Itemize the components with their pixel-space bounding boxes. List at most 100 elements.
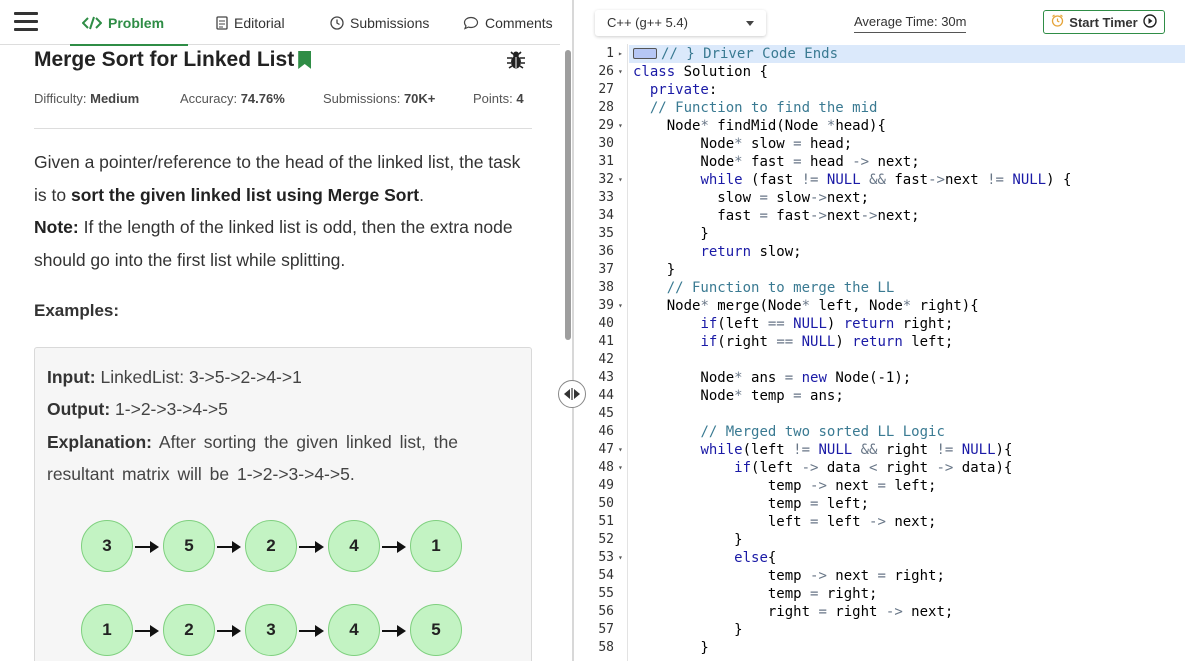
arrow-icon [299, 541, 324, 553]
fold-collapse-icon[interactable]: ▾ [618, 459, 623, 477]
line-number: 50 [598, 496, 614, 511]
line-number: 30 [598, 136, 614, 151]
examples-heading: Examples: [34, 301, 120, 320]
report-bug-icon[interactable] [505, 49, 527, 71]
example-box: Input: LinkedList: 3->5->2->4->1 Output:… [34, 347, 532, 661]
code-line[interactable]: Node* merge(Node* left, Node* right){ [633, 297, 979, 315]
code-line[interactable]: temp = right; [633, 585, 878, 603]
linked-list-before: 35241 [35, 520, 533, 576]
code-line[interactable]: temp -> next = right; [633, 567, 945, 585]
start-timer-label: Start Timer [1069, 14, 1138, 30]
code-line[interactable]: // Merged two sorted LL Logic [633, 423, 944, 441]
tab-problem[interactable]: Problem [69, 0, 189, 46]
submissions-stat: Submissions: 70K+ [323, 91, 436, 106]
problem-scrollbar[interactable] [565, 50, 571, 340]
code-line[interactable]: return slow; [633, 243, 801, 261]
problem-panel: Problem Editorial Submissions Comments M… [0, 0, 572, 661]
language-select[interactable]: C++ (g++ 5.4) [595, 10, 766, 36]
line-number-gutter: 1 ▸ 26 ▾ 27 28 29 ▾ 30 31 32 ▾ 33 34 35 36 37 38 39 ▾ 40 41 42… [574, 44, 628, 661]
code-line[interactable]: Node* ans = new Node(-1); [633, 369, 911, 387]
list-node: 5 [410, 604, 462, 656]
code-line[interactable]: left = left -> next; [633, 513, 937, 531]
problem-note: Note: If the length of the linked list i… [34, 217, 513, 270]
line-number: 44 [598, 388, 614, 403]
arrow-icon [135, 625, 159, 637]
code-line[interactable]: } [633, 225, 708, 243]
code-line[interactable]: if(right == NULL) return left; [633, 333, 953, 351]
play-icon [1143, 13, 1157, 31]
code-line[interactable]: } [633, 531, 742, 549]
list-node: 5 [163, 520, 215, 572]
points-stat: Points: 4 [473, 91, 524, 106]
problem-title-text: Merge Sort for Linked List [34, 48, 295, 71]
code-line[interactable]: private: [633, 81, 717, 99]
linked-list-after: 12345 [35, 604, 533, 660]
code-line[interactable]: Node* fast = head -> next; [633, 153, 919, 171]
code-editor[interactable]: 1 ▸ 26 ▾ 27 28 29 ▾ 30 31 32 ▾ 33 34 35 36 37 38 39 ▾ 40 41 42… [574, 44, 1185, 661]
code-line[interactable]: Node* temp = ans; [633, 387, 843, 405]
fold-collapse-icon[interactable]: ▾ [618, 171, 623, 189]
fold-collapse-icon[interactable]: ▾ [618, 117, 623, 135]
chevron-down-icon [746, 21, 754, 26]
problem-meta: Difficulty: Medium Accuracy: 74.76% Subm… [34, 91, 534, 109]
code-line[interactable]: fast = fast->next->next; [633, 207, 919, 225]
example-output: Output: 1->2->3->4->5 [47, 399, 228, 419]
tab-submissions-label: Submissions [350, 14, 430, 31]
line-number: 51 [598, 514, 614, 529]
code-line[interactable]: // Function to find the mid [633, 99, 878, 117]
line-number: 46 [598, 424, 614, 439]
line-number: 37 [598, 262, 614, 277]
fold-collapse-icon[interactable]: ▾ [618, 297, 623, 315]
line-number: 57 [598, 622, 614, 637]
list-node: 1 [410, 520, 462, 572]
code-line[interactable]: while(left != NULL && right != NULL){ [633, 441, 1012, 459]
hamburger-menu-icon[interactable] [14, 10, 38, 34]
tab-comments[interactable]: Comments [463, 0, 553, 45]
code-line[interactable]: class Solution { [633, 63, 768, 81]
line-number: 45 [598, 406, 614, 421]
code-line[interactable]: // } Driver Code Ends [633, 45, 838, 63]
code-line[interactable]: else{ [633, 549, 776, 567]
code-line[interactable]: } [633, 639, 708, 657]
line-number: 42 [598, 352, 614, 367]
list-node: 1 [81, 604, 133, 656]
arrow-icon [217, 625, 241, 637]
line-number: 48 [598, 460, 614, 475]
fold-collapse-icon[interactable]: ▾ [618, 63, 623, 81]
code-line[interactable]: while (fast != NULL && fast->next != NUL… [633, 171, 1071, 189]
code-line[interactable]: } [633, 261, 675, 279]
code-line[interactable]: if(left == NULL) return right; [633, 315, 953, 333]
line-number: 32 [598, 172, 614, 187]
tab-comments-label: Comments [485, 14, 553, 31]
average-time: Average Time: 30m [854, 14, 967, 33]
tab-problem-label: Problem [108, 14, 165, 31]
line-number: 39 [598, 298, 614, 313]
code-line[interactable]: Node* slow = head; [633, 135, 852, 153]
line-number: 1 [606, 46, 614, 61]
line-number: 47 [598, 442, 614, 457]
tab-submissions[interactable]: Submissions [330, 0, 429, 45]
line-number: 31 [598, 154, 614, 169]
code-line[interactable]: } [633, 621, 742, 639]
line-number: 26 [598, 64, 614, 79]
line-number: 38 [598, 280, 614, 295]
code-line[interactable]: temp -> next = left; [633, 477, 937, 495]
code-line[interactable]: slow = slow->next; [633, 189, 869, 207]
code-line[interactable]: if(left -> data < right -> data){ [633, 459, 1012, 477]
start-timer-button[interactable]: Start Timer [1043, 10, 1165, 34]
document-icon [216, 15, 228, 30]
code-line[interactable]: temp = left; [633, 495, 869, 513]
fold-collapse-icon[interactable]: ▾ [618, 549, 623, 567]
folded-code-icon[interactable] [633, 48, 657, 59]
code-line[interactable]: // Function to merge the LL [633, 279, 895, 297]
line-number: 34 [598, 208, 614, 223]
tab-editorial[interactable]: Editorial [216, 0, 285, 45]
arrow-icon [382, 541, 406, 553]
code-line[interactable]: Node* findMid(Node *head){ [633, 117, 886, 135]
fold-expand-icon[interactable]: ▸ [618, 45, 623, 63]
clock-icon [330, 15, 344, 30]
code-line[interactable]: right = right -> next; [633, 603, 953, 621]
bookmark-icon[interactable] [298, 51, 312, 69]
fold-collapse-icon[interactable]: ▾ [618, 441, 623, 459]
list-node: 4 [328, 604, 380, 656]
